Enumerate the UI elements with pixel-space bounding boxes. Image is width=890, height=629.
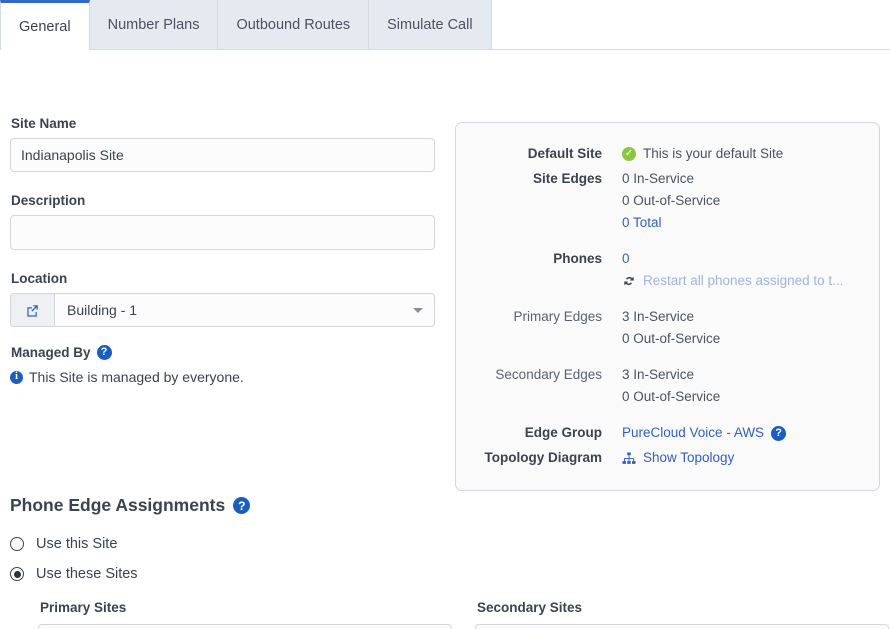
row-topology-diagram: Topology Diagram [474,447,861,469]
radio-use-these-sites[interactable]: Use these Sites [10,566,882,582]
secondary-sites-group: Secondary Sites PureCloud Voice - AWS ✖ [475,600,889,629]
restart-phones-action: Restart all phones assigned to t... [622,270,861,292]
site-info-panel: Default Site ✓ This is your default Site… [455,122,880,491]
managed-by-message: i This Site is managed by everyone. [10,369,440,385]
default-site-value: This is your default Site [643,143,783,165]
edge-group-link[interactable]: PureCloud Voice - AWS [622,422,764,444]
default-site-label: Default Site [474,143,622,165]
phones-count-link[interactable]: 0 [622,248,861,270]
tab-simulate-call-label: Simulate Call [387,17,472,33]
description-label: Description [11,193,440,208]
managed-by-help-icon[interactable]: ? [97,345,112,360]
primary-edges-out-of-service: 0 Out-of-Service [622,328,861,350]
tab-simulate-call[interactable]: Simulate Call [369,0,491,49]
radio-use-these-sites-control[interactable] [10,567,24,581]
chevron-down-icon[interactable] [402,294,434,326]
secondary-sites-input[interactable]: PureCloud Voice - AWS ✖ [475,624,889,629]
tab-general-label: General [19,19,71,35]
external-link-icon [25,303,40,318]
tab-bar: General Number Plans Outbound Routes Sim… [0,0,890,50]
secondary-edges-in-service: 3 In-Service [622,364,861,386]
row-default-site: Default Site ✓ This is your default Site [474,143,861,165]
row-site-edges: Site Edges 0 In-Service 0 Out-of-Service… [474,168,861,234]
tab-outbound-routes[interactable]: Outbound Routes [218,0,369,49]
radio-use-this-site-control[interactable] [10,537,24,551]
tab-bar-filler [492,0,890,49]
panel-spacer-4 [474,411,861,422]
site-info-panel-wrapper: Default Site ✓ This is your default Site… [455,122,880,491]
phone-edge-assignments-section: Phone Edge Assignments ? Use this Site U… [10,495,882,629]
site-edges-in-service: 0 In-Service [622,168,861,190]
secondary-edges-label: Secondary Edges [474,364,622,386]
row-phones: Phones 0 Restart all phones assigned to … [474,248,861,292]
sitemap-icon [622,452,636,465]
tab-number-plans[interactable]: Number Plans [90,0,219,49]
location-label: Location [11,271,440,286]
tab-outbound-routes-label: Outbound Routes [236,17,350,33]
phone-edge-assignments-help-icon[interactable]: ? [233,497,250,514]
phone-edge-assignments-title: Phone Edge Assignments ? [10,495,882,516]
secondary-sites-label: Secondary Sites [477,600,889,615]
location-select[interactable]: Building - 1 [10,293,435,327]
panel-spacer-2 [474,295,861,306]
phones-label: Phones [474,248,622,270]
check-circle-icon: ✓ [622,147,636,161]
secondary-edges-out-of-service: 0 Out-of-Service [622,386,861,408]
phone-edge-assignments-title-text: Phone Edge Assignments [10,495,225,516]
open-location-button[interactable] [11,294,55,326]
show-topology-action[interactable]: Show Topology [622,447,861,469]
sites-selectors: Primary Sites PureCloud Voice - AWS ✖ Se… [10,600,882,629]
location-selected-value: Building - 1 [55,294,402,326]
primary-sites-group: Primary Sites PureCloud Voice - AWS ✖ [38,600,452,629]
row-edge-group: Edge Group PureCloud Voice - AWS ? [474,422,861,444]
restart-phones-label[interactable]: Restart all phones assigned to t... [643,270,843,292]
site-name-label: Site Name [11,116,440,131]
refresh-icon [622,274,636,288]
panel-spacer-1 [474,237,861,248]
edge-group-label: Edge Group [474,422,622,444]
primary-edges-in-service: 3 In-Service [622,306,861,328]
site-form: Site Name Description Location Building … [10,116,440,385]
description-input[interactable] [10,215,435,250]
managed-by-message-text: This Site is managed by everyone. [29,369,244,385]
radio-use-this-site-label: Use this Site [36,536,117,552]
primary-sites-input[interactable]: PureCloud Voice - AWS ✖ [38,624,452,629]
site-edges-label: Site Edges [474,168,622,190]
radio-use-these-sites-label: Use these Sites [36,566,138,582]
edge-group-help-icon[interactable]: ? [771,426,786,441]
site-edges-out-of-service: 0 Out-of-Service [622,190,861,212]
panel-spacer-3 [474,353,861,364]
primary-sites-label: Primary Sites [40,600,452,615]
row-secondary-edges: Secondary Edges 3 In-Service 0 Out-of-Se… [474,364,861,408]
show-topology-link[interactable]: Show Topology [643,447,734,469]
radio-use-this-site[interactable]: Use this Site [10,536,882,552]
info-icon: i [10,371,23,384]
primary-edges-label: Primary Edges [474,306,622,328]
managed-by-label-text: Managed By [11,345,91,360]
site-edges-total-link[interactable]: 0 Total [622,212,861,234]
tab-general[interactable]: General [0,0,90,50]
tab-number-plans-label: Number Plans [108,17,200,33]
row-primary-edges: Primary Edges 3 In-Service 0 Out-of-Serv… [474,306,861,350]
managed-by-label: Managed By ? [11,345,440,360]
topology-diagram-label: Topology Diagram [474,447,622,469]
site-name-input[interactable] [10,138,435,172]
